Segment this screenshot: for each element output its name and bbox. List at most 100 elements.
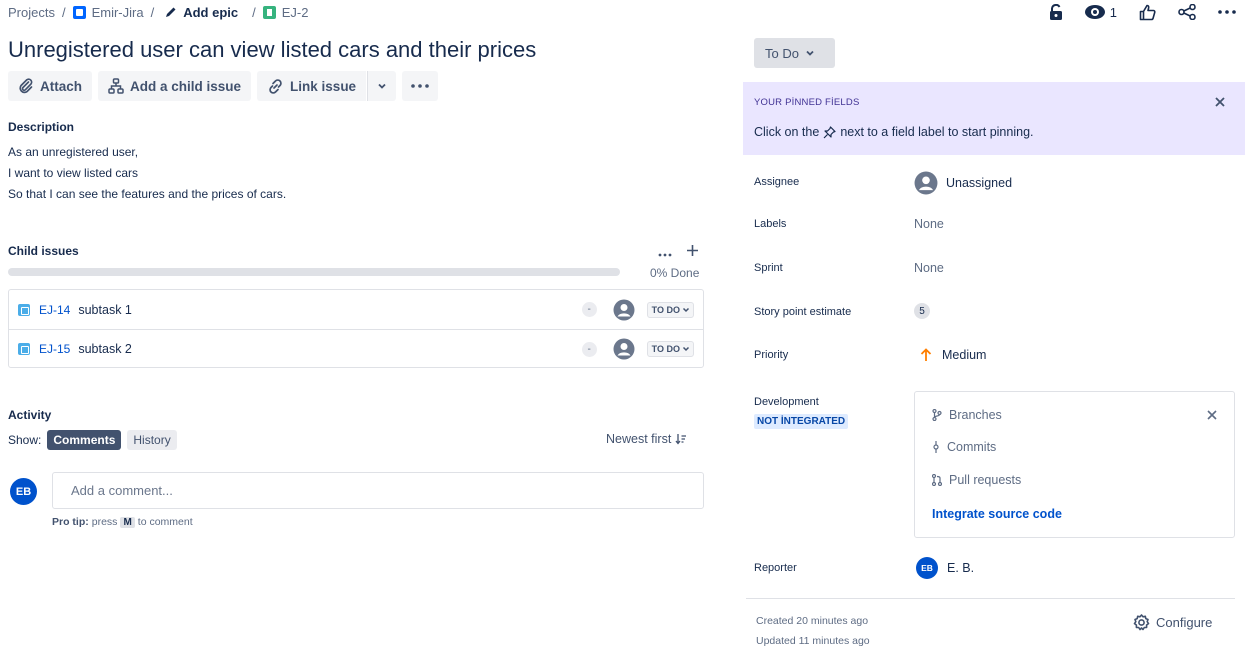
status-dropdown[interactable]: To Do <box>754 38 835 68</box>
link-issue-dropdown[interactable] <box>367 71 397 101</box>
more-icon <box>658 253 672 257</box>
eye-icon <box>1084 5 1105 19</box>
description-line[interactable]: So that I can see the features and the p… <box>8 187 286 201</box>
configure-button[interactable]: Configure <box>1133 614 1212 631</box>
toolbar-more-button[interactable] <box>402 71 439 101</box>
unassigned-avatar-icon[interactable] <box>613 338 635 360</box>
reporter-value: E. B. <box>947 561 975 575</box>
activity-filter: Show: Comments History <box>8 430 177 450</box>
close-development-button[interactable] <box>1207 407 1217 423</box>
child-issue-priority: - <box>581 302 597 317</box>
activity-heading: Activity <box>8 408 52 422</box>
story-points-value: 5 <box>914 303 930 319</box>
issue-title[interactable]: Unregistered user can view listed cars a… <box>8 37 536 63</box>
close-icon <box>1207 410 1217 420</box>
hierarchy-icon <box>108 78 124 94</box>
sprint-field[interactable]: None <box>914 261 944 275</box>
labels-field[interactable]: None <box>914 217 944 231</box>
chevron-down-icon <box>378 83 386 89</box>
add-child-button[interactable] <box>686 244 699 260</box>
reporter-field[interactable]: E. B. <box>947 561 974 575</box>
priority-medium-icon <box>920 348 932 361</box>
priority-field[interactable]: Medium <box>914 348 986 362</box>
child-issues-progress-bar <box>8 268 620 276</box>
link-icon <box>269 78 282 94</box>
child-issue-status: TO DO <box>651 344 680 354</box>
story-icon <box>262 5 276 19</box>
assignee-label: Assignee <box>754 176 800 188</box>
child-issue-status-dropdown[interactable]: TO DO <box>646 301 694 318</box>
attach-button[interactable]: Attach <box>8 71 93 101</box>
lock-button[interactable] <box>1049 4 1063 20</box>
breadcrumb-project[interactable]: Emir-Jira <box>72 4 144 20</box>
pencil-icon <box>166 7 176 17</box>
current-user-avatar: EB <box>10 478 37 505</box>
pinned-fields-hint: Click on the next to a field label to st… <box>754 125 1034 139</box>
story-points-field[interactable]: 5 <box>914 303 930 319</box>
unassigned-avatar-icon[interactable] <box>613 299 635 321</box>
child-issue-key[interactable]: EJ-15 <box>39 342 70 356</box>
breadcrumb-issue[interactable]: EJ-2 <box>262 5 308 20</box>
more-icon <box>1218 10 1236 14</box>
add-epic-label: Add epic <box>183 4 239 20</box>
pro-tip-label: Pro tip: <box>52 516 89 528</box>
divider <box>746 598 1235 599</box>
story-points-label: Story point estimate <box>754 306 852 318</box>
pull-request-icon <box>932 474 942 486</box>
assignee-field[interactable]: Unassigned <box>914 171 1012 195</box>
description-line[interactable]: I want to view listed cars <box>8 166 138 180</box>
priority-value: Medium <box>942 348 987 362</box>
sprint-value: None <box>914 261 944 275</box>
child-issue-row[interactable]: EJ-14 subtask 1 - TO DO <box>9 290 703 329</box>
pro-tip: Pro tip: press M to comment <box>52 516 193 528</box>
development-label: Development <box>754 396 819 408</box>
child-issues-list: EJ-14 subtask 1 - TO DO EJ-15 subtask 2 … <box>8 289 704 368</box>
keyboard-shortcut: M <box>120 516 135 528</box>
watch-button[interactable]: 1 <box>1084 5 1117 20</box>
plus-icon <box>687 245 698 256</box>
child-issue-key[interactable]: EJ-14 <box>39 303 70 317</box>
description-line[interactable]: As an unregistered user, <box>8 145 138 159</box>
thumbs-up-icon <box>1139 4 1156 20</box>
integrate-source-code-link[interactable]: Integrate source code <box>932 507 1062 521</box>
configure-label: Configure <box>1156 615 1213 630</box>
assignee-value: Unassigned <box>946 176 1013 190</box>
add-child-issue-button[interactable]: Add a child issue <box>98 71 252 101</box>
subtask-icon <box>18 303 30 316</box>
link-issue-button[interactable]: Link issue <box>257 71 367 101</box>
child-issue-priority: - <box>581 341 597 357</box>
comment-input[interactable]: Add a comment... <box>52 472 704 509</box>
breadcrumb: Projects / Emir-Jira / Add epic / EJ-2 <box>8 4 308 20</box>
close-pinned-button[interactable] <box>1215 94 1225 110</box>
priority-label: Priority <box>754 349 789 361</box>
sort-order-button[interactable]: Newest first <box>606 432 687 446</box>
breadcrumb-project-label: Emir-Jira <box>91 4 144 20</box>
tab-comments[interactable]: Comments <box>47 430 122 450</box>
tab-history[interactable]: History <box>127 430 177 450</box>
subtask-icon <box>18 343 30 355</box>
child-issue-status: TO DO <box>651 304 680 315</box>
progress-label: 0% Done <box>650 266 700 280</box>
breadcrumb-separator: / <box>61 4 66 20</box>
breadcrumb-projects[interactable]: Projects <box>8 5 55 20</box>
pull-requests-item: Pull requests <box>932 473 1021 487</box>
more-actions-button[interactable] <box>1218 10 1236 14</box>
branches-label: Branches <box>949 408 1002 422</box>
chevron-down-icon <box>682 307 690 312</box>
link-issue-label: Link issue <box>290 78 357 94</box>
attach-label: Attach <box>40 78 83 94</box>
chevron-down-icon <box>806 50 814 56</box>
like-button[interactable] <box>1139 4 1156 21</box>
child-issue-summary[interactable]: subtask 1 <box>78 303 132 317</box>
child-issues-more-button[interactable] <box>658 244 672 260</box>
sort-descending-icon <box>675 434 687 445</box>
child-issue-status-dropdown[interactable]: TO DO <box>646 341 694 357</box>
add-epic-button[interactable]: Add epic <box>161 5 238 20</box>
share-button[interactable] <box>1178 4 1196 20</box>
close-icon <box>1215 97 1225 107</box>
pinned-hint-before: Click on the <box>754 125 820 139</box>
child-issue-row[interactable]: EJ-15 subtask 2 - TO DO <box>9 329 703 368</box>
sprint-label: Sprint <box>754 262 783 274</box>
child-issue-summary[interactable]: subtask 2 <box>78 342 132 356</box>
breadcrumb-separator: / <box>150 4 155 20</box>
